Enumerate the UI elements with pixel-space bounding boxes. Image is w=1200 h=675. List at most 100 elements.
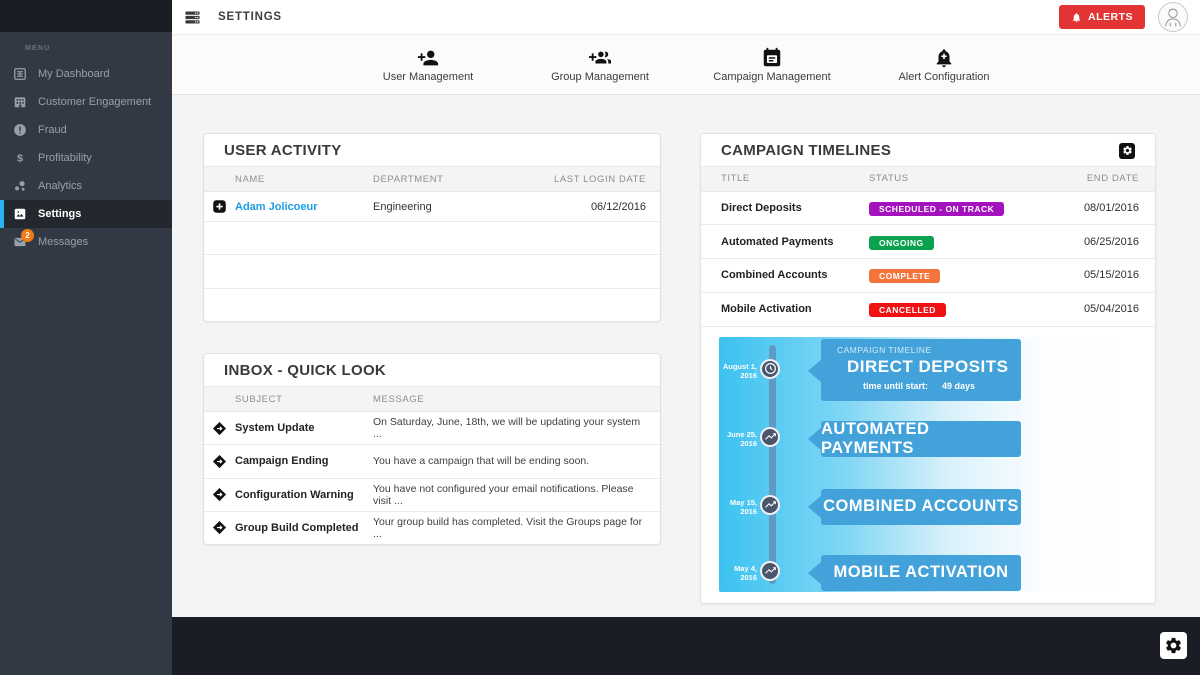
sidebar-item-profitability[interactable]: $ Profitability (0, 144, 172, 172)
gear-icon[interactable] (1119, 143, 1135, 159)
sidebar-item-messages[interactable]: 2 Messages (0, 228, 172, 256)
campaigns-header-row: TITLE STATUS END DATE (701, 166, 1155, 192)
subnav: User Management Group Management Campaig… (172, 35, 1200, 95)
campaign-row[interactable]: Direct Deposits SCHEDULED - ON TRACK 08/… (701, 192, 1155, 226)
campaign-title: Automated Payments (721, 236, 869, 248)
inbox-subject: Group Build Completed (235, 522, 373, 534)
sidebar: MENU My Dashboard Customer Engagement Fr… (0, 0, 172, 675)
settings-stack-icon (184, 9, 201, 26)
inbox-message: Your group build has completed. Visit th… (373, 516, 646, 540)
sidebar-menu-label: MENU (0, 32, 172, 60)
inbox-subject: Campaign Ending (235, 455, 373, 467)
settings-gear-button[interactable] (1160, 632, 1187, 659)
sidebar-item-my-dashboard[interactable]: My Dashboard (0, 60, 172, 88)
campaign-end-date: 06/25/2016 (1043, 236, 1139, 248)
subnav-item-label: User Management (383, 71, 474, 83)
campaign-title: Combined Accounts (721, 269, 869, 281)
photo-icon (13, 207, 27, 221)
trending-up-icon (764, 564, 777, 577)
timeline-callout-title: DIRECT DEPOSITS (837, 357, 1011, 377)
timeline-callout-subvalue: 49 days (942, 381, 975, 391)
campaign-timelines-panel: CAMPAIGN TIMELINES TITLE STATUS END DATE… (700, 133, 1156, 604)
calendar-icon (761, 47, 783, 69)
sidebar-item-fraud[interactable]: Fraud (0, 116, 172, 144)
campaign-row[interactable]: Automated Payments ONGOING 06/25/2016 (701, 225, 1155, 259)
timeline-date: May 4, 2016 (719, 564, 757, 582)
column-header-status: STATUS (869, 173, 1043, 184)
column-header-subject: SUBJECT (235, 394, 373, 405)
inbox-subject: System Update (235, 422, 373, 434)
timeline-node (760, 561, 780, 581)
avatar[interactable] (1158, 2, 1188, 32)
gear-icon (1164, 636, 1183, 655)
timeline-node (760, 359, 780, 379)
campaign-title: Direct Deposits (721, 202, 869, 214)
person-add-icon (417, 47, 439, 69)
dashboard-icon (13, 67, 27, 81)
campaign-row[interactable]: Mobile Activation CANCELLED 05/04/2016 (701, 293, 1155, 327)
timeline-callout-title: MOBILE ACTIVATION (821, 555, 1021, 591)
user-name-link[interactable]: Adam Jolicoeur (235, 201, 373, 213)
status-badge: ONGOING (869, 236, 934, 250)
user-activity-header-row: NAME DEPARTMENT LAST LOGIN DATE (204, 166, 660, 192)
sidebar-item-label: Messages (38, 236, 88, 248)
table-row[interactable]: Adam Jolicoeur Engineering 06/12/2016 (204, 192, 660, 222)
bell-icon (1071, 12, 1082, 23)
timeline-callout-sublabel: time until start: (863, 381, 928, 391)
campaign-timelines-title: CAMPAIGN TIMELINES (721, 142, 891, 159)
column-header-department: DEPARTMENT (373, 174, 534, 185)
group-add-icon (589, 47, 611, 69)
building-icon (13, 95, 27, 109)
directions-icon (212, 454, 227, 469)
subnav-item-label: Group Management (551, 71, 649, 83)
sidebar-item-label: My Dashboard (38, 68, 110, 80)
inbox-panel: INBOX - QUICK LOOK SUBJECT MESSAGE Syste… (203, 353, 661, 545)
topbar: SETTINGS ALERTS (172, 0, 1200, 35)
user-department: Engineering (373, 201, 534, 213)
subnav-item-alert-configuration[interactable]: Alert Configuration (884, 47, 1004, 83)
campaign-row[interactable]: Combined Accounts COMPLETE 05/15/2016 (701, 259, 1155, 293)
sidebar-item-analytics[interactable]: Analytics (0, 172, 172, 200)
svg-text:$: $ (17, 153, 23, 165)
subnav-item-group-management[interactable]: Group Management (540, 47, 660, 83)
status-badge: COMPLETE (869, 269, 940, 283)
inbox-row[interactable]: System Update On Saturday, June, 18th, w… (204, 412, 660, 445)
timeline-date: May 15, 2016 (719, 498, 757, 516)
timeline-callout-kicker: CAMPAIGN TIMELINE (837, 345, 1011, 355)
main-content: USER ACTIVITY NAME DEPARTMENT LAST LOGIN… (172, 95, 1200, 617)
timeline-callout-title: COMBINED ACCOUNTS (821, 489, 1021, 525)
envelope-icon: 2 (13, 235, 27, 249)
timeline-node (760, 427, 780, 447)
campaign-title: Mobile Activation (721, 303, 869, 315)
status-badge: CANCELLED (869, 303, 946, 317)
subnav-item-user-management[interactable]: User Management (368, 47, 488, 83)
table-row-empty (204, 255, 660, 288)
add-box-icon (212, 199, 227, 214)
inbox-subject: Configuration Warning (235, 489, 373, 501)
sidebar-item-label: Customer Engagement (38, 96, 151, 108)
inbox-title: INBOX - QUICK LOOK (224, 362, 386, 379)
column-header-end-date: END DATE (1043, 173, 1139, 184)
trending-up-icon (764, 498, 777, 511)
campaign-end-date: 05/04/2016 (1043, 303, 1139, 315)
subnav-item-campaign-management[interactable]: Campaign Management (712, 47, 832, 83)
timeline-axis (769, 345, 776, 585)
sidebar-item-label: Fraud (38, 124, 67, 136)
timeline-callout-title: AUTOMATED PAYMENTS (821, 421, 1021, 457)
table-row-empty (204, 289, 660, 321)
sidebar-item-customer-engagement[interactable]: Customer Engagement (0, 88, 172, 116)
alert-circle-icon (13, 123, 27, 137)
timeline-callout: COMBINED ACCOUNTS (821, 489, 1021, 525)
column-header-message: MESSAGE (373, 394, 534, 405)
inbox-row[interactable]: Campaign Ending You have a campaign that… (204, 445, 660, 478)
bubble-chart-icon (13, 179, 27, 193)
column-header-name: NAME (235, 174, 373, 185)
inbox-message: You have not configured your email notif… (373, 483, 646, 507)
inbox-row[interactable]: Group Build Completed Your group build h… (204, 512, 660, 544)
directions-icon (212, 487, 227, 502)
timeline-callout: MOBILE ACTIVATION (821, 555, 1021, 591)
campaign-timeline-visualization: August 1, 2016 CAMPAIGN TIMELINE DIRECT … (719, 337, 1137, 593)
sidebar-item-settings[interactable]: Settings (0, 200, 172, 228)
alerts-button[interactable]: ALERTS (1059, 5, 1145, 29)
inbox-row[interactable]: Configuration Warning You have not confi… (204, 479, 660, 512)
